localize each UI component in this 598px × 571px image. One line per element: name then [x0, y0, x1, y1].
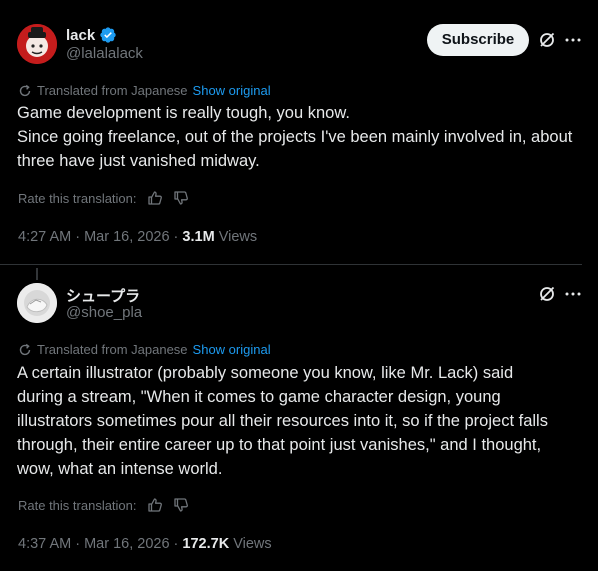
- thumbs-down-icon[interactable]: [173, 497, 189, 513]
- more-icon[interactable]: [565, 292, 581, 296]
- display-name[interactable]: シュープラ: [66, 285, 140, 306]
- rate-translation-label: Rate this translation:: [18, 497, 137, 513]
- show-original-link[interactable]: Show original: [193, 342, 271, 357]
- timestamp[interactable]: 4:37 AM · Mar 16, 2026 ·: [18, 536, 182, 552]
- thumbs-up-icon[interactable]: [147, 190, 163, 206]
- handle[interactable]: @lalalalack: [66, 45, 143, 62]
- views-count: 3.1M: [182, 229, 215, 245]
- more-icon[interactable]: [565, 38, 581, 42]
- post-meta: 4:27 AM · Mar 16, 2026 · 3.1M Views: [18, 229, 257, 245]
- grok-icon[interactable]: [538, 285, 556, 303]
- translate-icon: [18, 84, 32, 98]
- views-label: Views: [214, 229, 258, 245]
- translated-label: Translated from Japanese: [37, 342, 188, 357]
- post-body: A certain illustrator (probably someone …: [17, 364, 548, 478]
- avatar[interactable]: [17, 283, 57, 323]
- post-divider: [0, 264, 582, 265]
- post-meta: 4:37 AM · Mar 16, 2026 · 172.7K Views: [18, 536, 272, 552]
- avatar[interactable]: [17, 24, 57, 64]
- translate-icon: [18, 343, 32, 357]
- handle[interactable]: @shoe_pla: [66, 304, 142, 321]
- avatar-image: [17, 283, 57, 323]
- views-count: 172.7K: [182, 536, 230, 552]
- thread-line: [36, 268, 38, 280]
- post-body: Game development is really tough, you kn…: [17, 104, 573, 170]
- grok-icon[interactable]: [538, 31, 556, 49]
- display-name[interactable]: lack: [66, 27, 95, 44]
- verified-badge-icon: [99, 26, 117, 44]
- thumbs-down-icon[interactable]: [173, 190, 189, 206]
- rate-translation-label: Rate this translation:: [18, 190, 137, 206]
- subscribe-button[interactable]: Subscribe: [427, 24, 529, 56]
- show-original-link[interactable]: Show original: [193, 83, 271, 98]
- translated-label: Translated from Japanese: [37, 83, 188, 98]
- views-label: Views: [229, 536, 272, 552]
- timestamp[interactable]: 4:27 AM · Mar 16, 2026 ·: [18, 229, 182, 245]
- avatar-image: [17, 24, 57, 64]
- thumbs-up-icon[interactable]: [147, 497, 163, 513]
